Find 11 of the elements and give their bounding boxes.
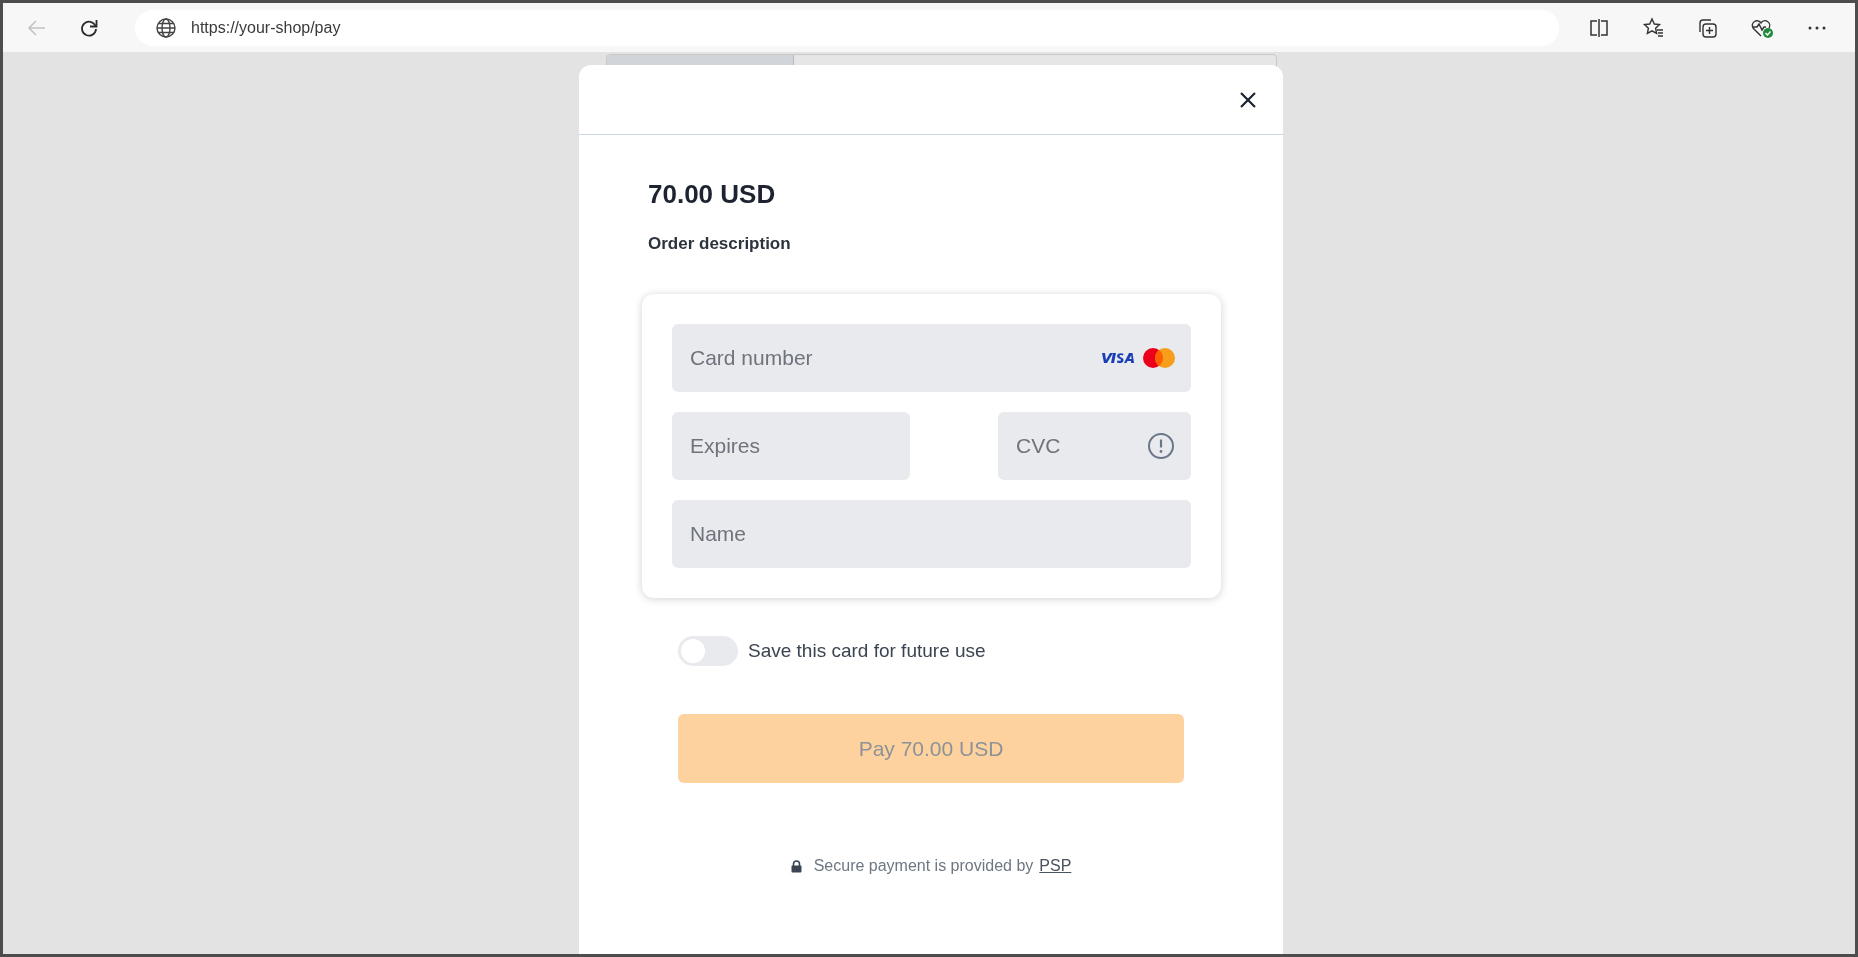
url-text: https://your-shop/pay <box>191 18 341 37</box>
secure-payment-text: Secure payment is provided by <box>813 857 1034 875</box>
input-field[interactable]: Card number <box>672 324 1191 392</box>
psp-link[interactable]: PSP <box>1039 857 1072 875</box>
save-card-label: Save this card for future use <box>748 640 986 662</box>
amount-heading: 70.00 USD <box>648 179 777 210</box>
address-bar[interactable]: https://your-shop/pay <box>135 9 1559 46</box>
input-field[interactable]: Expires <box>672 412 910 480</box>
order-description: Order description <box>648 234 792 254</box>
input-field[interactable]: Name <box>672 500 1191 568</box>
input-field[interactable]: CVC <box>998 412 1191 480</box>
